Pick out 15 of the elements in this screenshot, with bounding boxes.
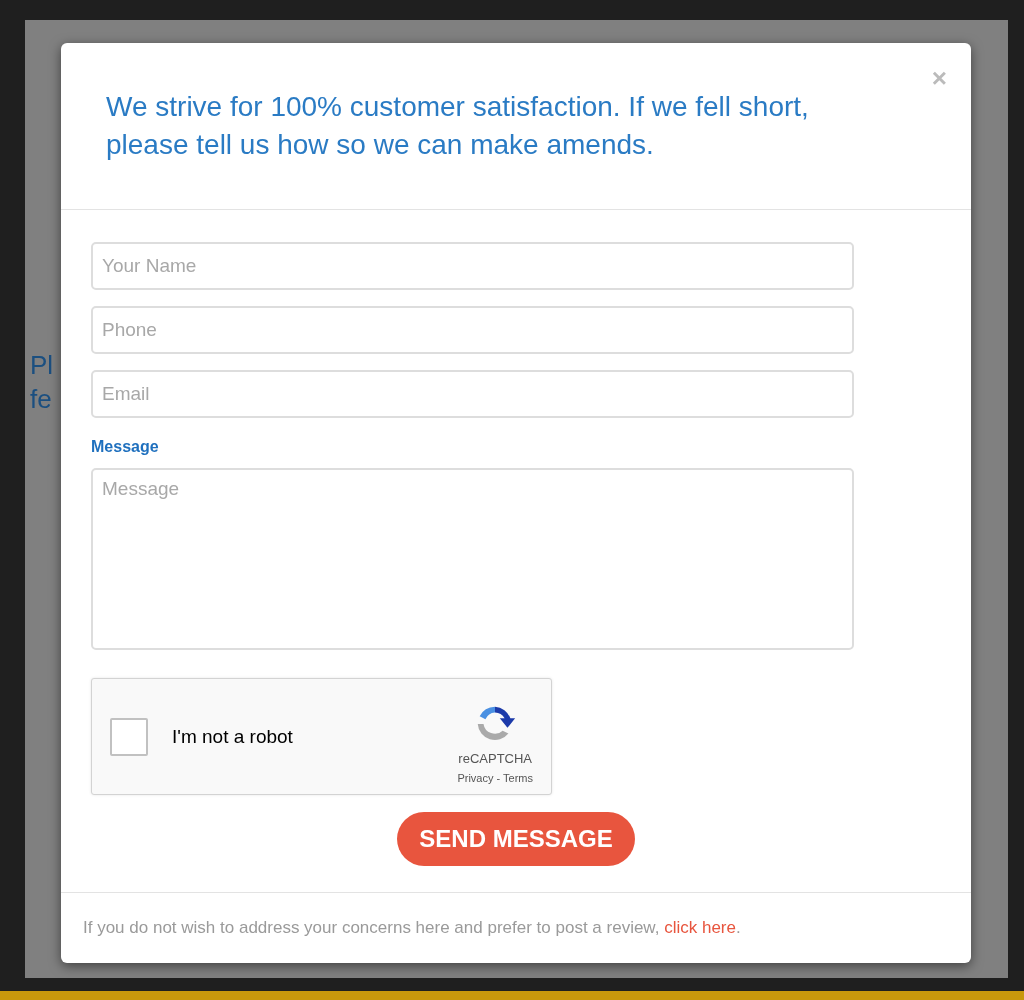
- close-button[interactable]: ×: [929, 65, 949, 91]
- captcha-label: I'm not a robot: [172, 725, 294, 748]
- footer-note: If you do not wish to address your concerns here and prefer to post a review, click here.: [83, 918, 741, 938]
- background-heading: Pl fe: [30, 349, 54, 416]
- input-field[interactable]: Email: [91, 370, 854, 418]
- send-button[interactable]: SEND MESSAGE: [397, 812, 635, 866]
- captcha-brand: reCAPTCHA: [458, 751, 533, 766]
- field-label: Message: [91, 438, 159, 456]
- message-field[interactable]: Message: [91, 468, 854, 650]
- dialog-heading: We strive for 100% customer satisfaction. If we fell short, please tell us how so we can make amends.: [106, 90, 810, 162]
- input-field[interactable]: Phone: [91, 306, 854, 354]
- input-field[interactable]: Your Name: [91, 242, 854, 290]
- checkbox[interactable]: [110, 717, 148, 756]
- review-link[interactable]: click here: [664, 918, 736, 937]
- privacy-terms-links[interactable]: Privacy - Terms: [457, 772, 533, 784]
